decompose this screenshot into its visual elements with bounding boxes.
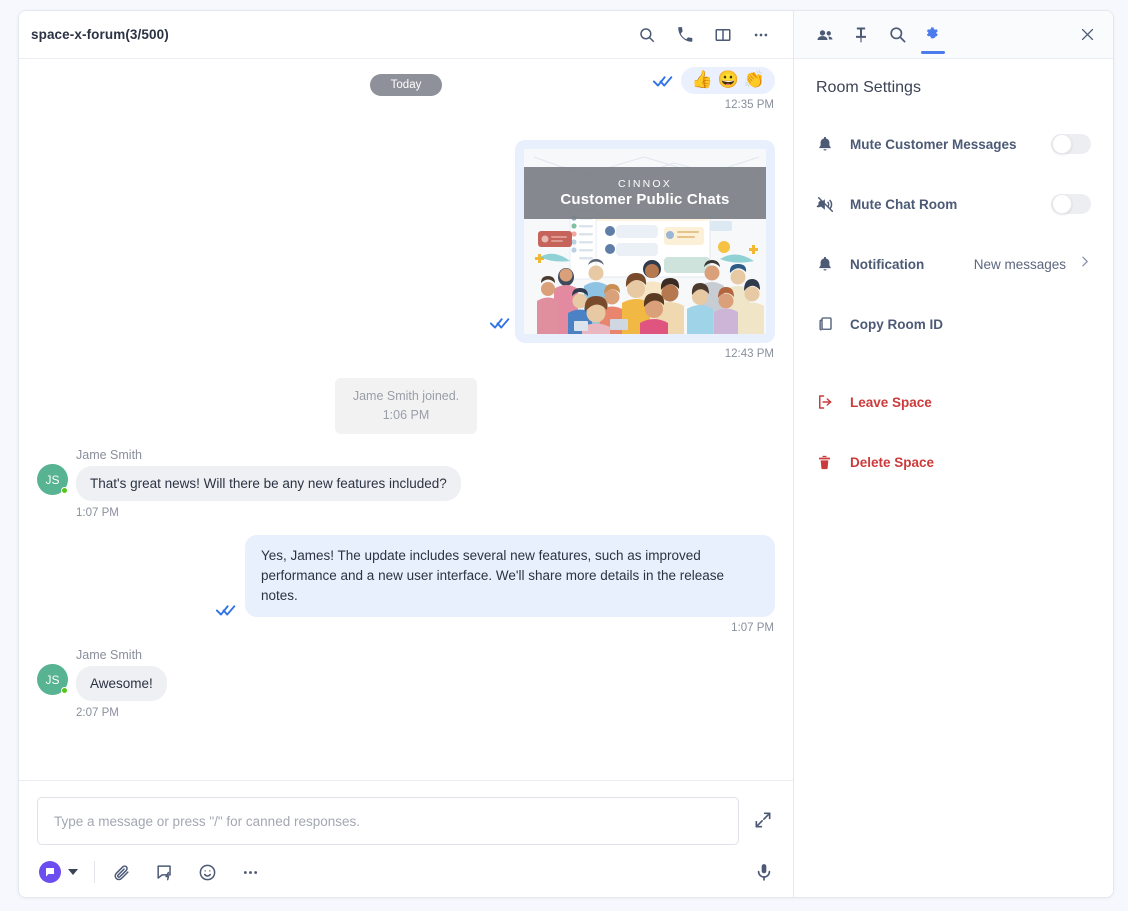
incoming-message: JS Jame Smith Awesome! 2:07 PM <box>37 648 775 719</box>
message-bubble[interactable]: That's great news! Will there be any new… <box>76 466 461 501</box>
setting-label: Mute Chat Room <box>850 196 958 212</box>
system-message-time: 1:06 PM <box>382 408 430 422</box>
canned-response-icon[interactable] <box>154 862 175 883</box>
settings-spacer <box>816 363 1091 381</box>
app-window: space-x-forum(3/500) Today 👍 😀 👏 12:35 P… <box>18 10 1114 898</box>
bell-off-icon <box>816 195 836 214</box>
setting-label: Copy Room ID <box>850 316 943 332</box>
emoji-icon[interactable] <box>197 862 218 883</box>
split-view-icon[interactable] <box>713 25 733 45</box>
settings-tab-bar <box>794 11 1113 59</box>
message-sender: Jame Smith <box>76 448 142 462</box>
bell-icon <box>816 255 836 273</box>
image-bubble[interactable]: CINNOX Customer Public Chats <box>489 140 775 343</box>
reaction-bubble[interactable]: 👍 😀 👏 <box>681 67 775 94</box>
avatar[interactable]: JS <box>37 464 68 495</box>
avatar-initials: JS <box>45 672 60 687</box>
read-receipt-icon <box>216 603 236 617</box>
bell-icon <box>816 135 836 153</box>
chat-header: space-x-forum(3/500) <box>19 11 793 59</box>
logout-icon <box>816 393 836 411</box>
attachment-icon[interactable] <box>111 862 132 883</box>
channel-selector[interactable] <box>39 861 78 883</box>
online-status-dot <box>61 487 68 494</box>
incoming-message: JS Jame Smith That's great news! Will th… <box>37 448 775 519</box>
toggle-knob <box>1052 194 1072 214</box>
system-message: Jame Smith joined. 1:06 PM <box>334 378 478 434</box>
message-bubble[interactable]: Yes, James! The update includes several … <box>245 535 775 617</box>
message-composer <box>19 780 793 897</box>
avatar[interactable]: JS <box>37 664 68 695</box>
reaction-emoji[interactable]: 😀 <box>718 70 739 90</box>
search-icon[interactable] <box>637 25 657 45</box>
microphone-icon[interactable] <box>754 862 775 883</box>
composer-toolbar <box>37 861 775 883</box>
mute-chat-room-toggle[interactable] <box>1051 194 1091 214</box>
phone-icon[interactable] <box>675 25 695 45</box>
setting-mute-customer-messages[interactable]: Mute Customer Messages <box>816 123 1091 165</box>
close-icon[interactable] <box>1075 23 1099 47</box>
more-horizontal-icon[interactable] <box>240 862 261 883</box>
setting-copy-room-id[interactable]: Copy Room ID <box>816 303 1091 345</box>
toggle-knob <box>1052 134 1072 154</box>
chat-channel-icon <box>39 861 61 883</box>
message-input[interactable] <box>37 797 739 845</box>
system-message-row: Jame Smith joined. 1:06 PM <box>37 378 775 434</box>
online-status-dot <box>61 687 68 694</box>
image-message-row: CINNOX Customer Public Chats 12:43 PM <box>37 140 775 360</box>
copy-icon <box>816 315 836 333</box>
trash-icon <box>816 454 836 471</box>
room-settings-pane: Room Settings Mute Customer Messages Mut… <box>794 11 1113 897</box>
incoming-message-body: Jame Smith Awesome! 2:07 PM <box>76 648 167 719</box>
chevron-down-icon[interactable] <box>68 869 78 875</box>
message-timestamp: 12:35 PM <box>724 99 774 111</box>
settings-title: Room Settings <box>816 79 921 96</box>
message-timestamp: 1:07 PM <box>76 507 119 519</box>
tab-search[interactable] <box>880 12 914 58</box>
incoming-message-body: Jame Smith That's great news! Will there… <box>76 448 461 519</box>
setting-leave-space[interactable]: Leave Space <box>816 381 1091 423</box>
outgoing-message: Yes, James! The update includes several … <box>37 535 775 634</box>
tab-pinned[interactable] <box>844 12 878 58</box>
read-receipt-icon <box>489 316 510 335</box>
settings-body: Room Settings Mute Customer Messages Mut… <box>794 59 1113 501</box>
system-message-text: Jame Smith joined. <box>352 389 460 403</box>
reaction-emoji[interactable]: 👏 <box>744 70 765 90</box>
tab-settings[interactable] <box>916 12 950 58</box>
day-divider: Today <box>369 74 443 96</box>
setting-label: Delete Space <box>850 454 935 470</box>
header-actions <box>637 25 771 45</box>
message-list: Today 👍 😀 👏 12:35 PM CINNOX Customer Pub… <box>19 59 793 780</box>
expand-icon[interactable] <box>753 810 775 832</box>
message-timestamp: 2:07 PM <box>76 707 119 719</box>
mute-customer-messages-toggle[interactable] <box>1051 134 1091 154</box>
chat-pane: space-x-forum(3/500) Today 👍 😀 👏 12:35 P… <box>19 11 794 897</box>
message-timestamp: 1:07 PM <box>731 622 774 634</box>
setting-label: Mute Customer Messages <box>850 136 1017 152</box>
notification-selected-option: New messages <box>973 256 1066 272</box>
setting-label: Leave Space <box>850 394 932 410</box>
chevron-right-icon[interactable] <box>1078 255 1091 273</box>
message-bubble[interactable]: Awesome! <box>76 666 167 701</box>
toolbar-divider <box>94 861 95 883</box>
setting-delete-space[interactable]: Delete Space <box>816 441 1091 483</box>
setting-mute-chat-room[interactable]: Mute Chat Room <box>816 183 1091 225</box>
setting-notification[interactable]: Notification New messages <box>816 243 1091 285</box>
image-banner: CINNOX Customer Public Chats <box>524 167 766 219</box>
avatar-initials: JS <box>45 472 60 487</box>
more-horizontal-icon[interactable] <box>751 25 771 45</box>
banner-brand: CINNOX <box>617 178 673 190</box>
banner-title: Customer Public Chats <box>560 191 730 208</box>
reaction-emoji[interactable]: 👍 <box>691 70 712 90</box>
message-image[interactable]: CINNOX Customer Public Chats <box>524 149 766 334</box>
notification-value[interactable]: New messages <box>974 255 1091 273</box>
read-receipt-icon <box>653 74 673 88</box>
page-title: space-x-forum(3/500) <box>31 27 169 42</box>
tab-members[interactable] <box>808 12 842 58</box>
setting-label: Notification <box>850 256 925 272</box>
message-sender: Jame Smith <box>76 648 142 662</box>
image-message: CINNOX Customer Public Chats 12:43 PM <box>489 140 775 360</box>
reaction-message: 👍 😀 👏 12:35 PM <box>653 67 775 111</box>
message-timestamp: 12:43 PM <box>724 348 774 360</box>
